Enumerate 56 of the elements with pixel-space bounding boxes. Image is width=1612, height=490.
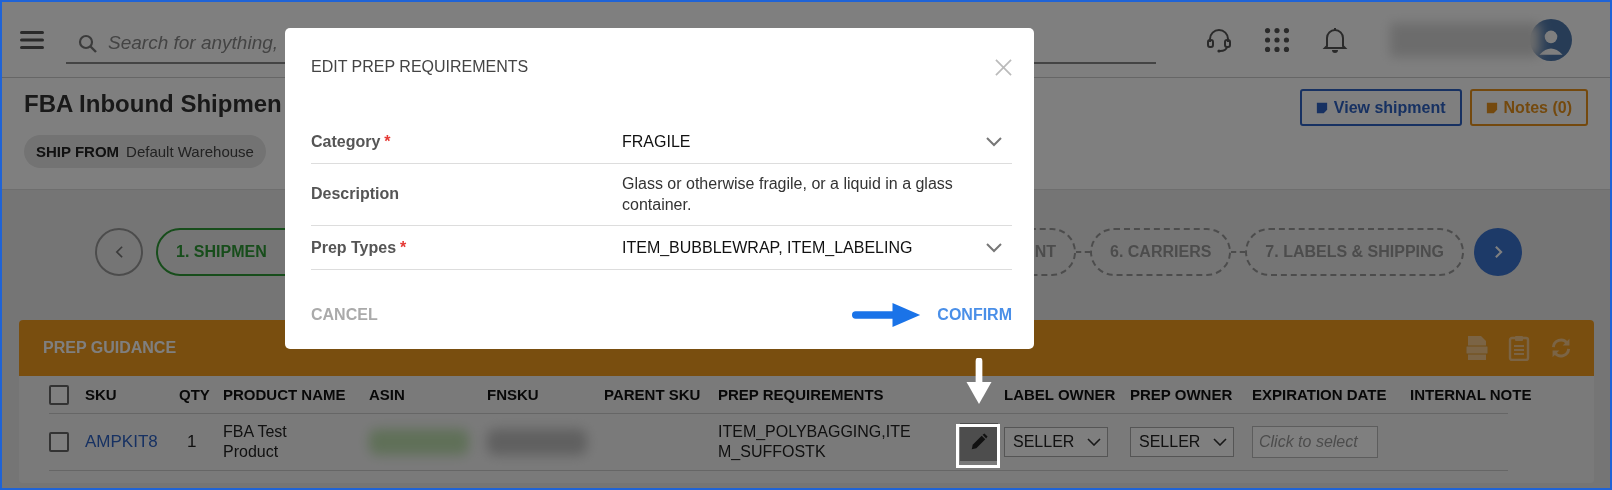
notes-button[interactable]: Notes (0) (1469, 89, 1588, 126)
select-field[interactable]: FRAGILE (622, 132, 1012, 151)
chevron-left-icon (114, 245, 124, 259)
table-cell-text: 1 (186, 432, 198, 452)
close-icon[interactable] (995, 58, 1012, 76)
table-cell-text: ITEM_POLYBAGGING,ITEM_SUFFOSTK (718, 422, 912, 462)
chevron-down-icon (1087, 438, 1101, 446)
field-label: Description (311, 185, 400, 203)
select-all-checkbox[interactable] (49, 384, 69, 405)
label-owner-select[interactable]: SELLER (1004, 427, 1108, 457)
required-asterisk: * (384, 132, 391, 150)
ship-from-label: SHIP FROM (36, 143, 120, 160)
note-icon (1485, 101, 1498, 114)
table-cell-text: FBA Test Product (223, 422, 288, 462)
dialog-title: EDIT PREP REQUIREMENTS (311, 58, 529, 76)
sku-link[interactable]: AMPKIT8 (85, 432, 179, 452)
confirm-button[interactable]: CONFIRM (937, 300, 1012, 330)
panel-title: PREP GUIDANCE (43, 339, 177, 357)
prep-owner-select[interactable]: SELLER (1130, 427, 1234, 457)
field-label: Category * (311, 132, 392, 151)
column-header: INTERNAL NOTE (1410, 386, 1532, 403)
edit-button[interactable] (960, 423, 998, 461)
next-step-button[interactable] (1474, 228, 1523, 276)
menu-icon[interactable] (20, 29, 44, 50)
clipboard-icon[interactable] (1508, 335, 1530, 361)
column-header: EXPIRATION DATE (1252, 386, 1388, 403)
chevron-down-icon (986, 136, 1002, 147)
pencil-icon (970, 433, 988, 451)
required-asterisk: * (400, 238, 407, 256)
ship-from-value: Default Warehouse (126, 143, 254, 160)
chevron-right-icon (1493, 245, 1503, 259)
search-icon (78, 33, 98, 54)
description-text: Glass or otherwise fragile, or a liquid in a glass container. (622, 174, 954, 215)
column-header: PARENT SKU (604, 386, 702, 403)
row-checkbox[interactable] (49, 432, 69, 452)
note-icon (1315, 101, 1328, 114)
highlight-frame (956, 424, 1000, 468)
pointer-arrow (852, 301, 922, 329)
column-header: PREP OWNER (1130, 386, 1234, 403)
column-header: QTY (179, 386, 211, 403)
apps-grid-icon[interactable] (1264, 26, 1290, 53)
bell-icon[interactable] (1322, 26, 1348, 53)
column-header: PREP REQUIREMENTS (718, 386, 885, 403)
pointer-arrow (964, 358, 994, 406)
chevron-down-icon (1213, 438, 1227, 446)
column-header: ASIN (369, 386, 406, 403)
column-header: FNSKU (487, 386, 540, 403)
cancel-button[interactable]: CANCEL (311, 300, 378, 330)
page-title: FBA Inbound Shipmen (24, 89, 282, 119)
view-shipment-button[interactable]: View shipment (1299, 89, 1462, 126)
headset-icon[interactable] (1206, 26, 1232, 53)
column-header: SKU (85, 386, 118, 403)
column-header: PRODUCT NAME (223, 386, 347, 403)
column-header: LABEL OWNER (1004, 386, 1117, 403)
previous-step-button[interactable] (95, 228, 143, 276)
chevron-down-icon (986, 242, 1002, 253)
